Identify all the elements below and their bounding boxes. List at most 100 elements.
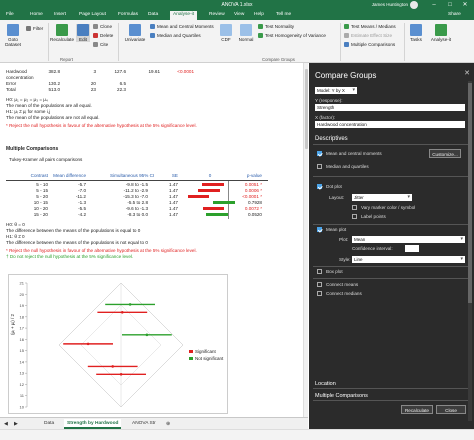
section-divider — [313, 266, 468, 267]
analyse-it-button[interactable]: Analyse-it — [428, 24, 454, 42]
multiple-comparisons-header[interactable]: Multiple Comparisons — [315, 393, 368, 399]
section-divider — [313, 144, 468, 145]
tab-insert[interactable]: Insert — [54, 12, 66, 17]
tab-help[interactable]: Help — [254, 12, 264, 17]
mean-mean-chart[interactable]: 21 20 19 18 17 16 15 14 13 12 11 10 (μᵢ + μⱼ) / 2 S… — [8, 274, 228, 414]
tasks-icon — [410, 24, 422, 36]
connect-medians-checkbox[interactable] — [317, 291, 322, 296]
y-tick-label: 11 — [20, 393, 25, 398]
effect-size-button[interactable]: Estimate Effect Size — [344, 33, 392, 38]
test-normality-button[interactable]: Test Normality — [258, 24, 294, 29]
tab-nav-prev-icon[interactable]: ◀ — [4, 419, 8, 429]
label-points-checkbox[interactable] — [352, 214, 357, 219]
mc-cell-se: 1.47 — [169, 182, 178, 187]
filter-button[interactable]: Filter — [26, 26, 43, 31]
y-response-field[interactable]: Strength — [315, 104, 465, 111]
tab-share[interactable]: Share — [448, 12, 461, 17]
descriptives-header[interactable]: Descriptives — [315, 136, 348, 142]
clone-button[interactable]: Clone — [93, 24, 112, 29]
tab-file[interactable]: File — [6, 12, 14, 17]
tab-home[interactable]: Home — [30, 12, 43, 17]
tab-data[interactable]: Data — [148, 12, 158, 17]
vary-marker-checkbox[interactable] — [352, 205, 357, 210]
location-header[interactable]: Location — [315, 381, 336, 387]
cite-button[interactable]: Cite — [93, 42, 108, 47]
mc-ci-bar — [206, 213, 228, 216]
tab-nav-next-icon[interactable]: ▶ — [14, 419, 18, 429]
user-name[interactable]: James Huntington — [372, 2, 408, 7]
mean-plot-checkbox[interactable] — [317, 227, 322, 232]
close-icon[interactable]: ✕ — [459, 1, 471, 9]
mc-cell-p: 0.0006 * — [244, 188, 262, 193]
box-plot-checkbox[interactable] — [317, 269, 322, 274]
goto-dataset-button[interactable]: Goto Dataset — [2, 24, 24, 47]
sheet-tab-strength-by-hardwood[interactable]: Strength by Hardwood — [64, 419, 122, 429]
test-means-button[interactable]: Test Means / Medians — [344, 24, 396, 29]
pane-scrollbar-thumb[interactable] — [468, 83, 472, 303]
x-factor-field[interactable]: Hardwood concentration — [315, 121, 465, 128]
mc-cell-ci: -8.3 to 0.0 — [127, 212, 148, 217]
test-means-icon — [344, 24, 349, 29]
mc-ci-bar — [202, 183, 224, 186]
test-homogeneity-button[interactable]: Test Homogeneity of Variance — [258, 33, 326, 38]
tasks-button[interactable]: Tasks — [408, 24, 424, 42]
y-tick-label: 19 — [20, 303, 25, 308]
sheet-tab-anova[interactable]: ANOVA Str — [132, 419, 156, 429]
filter-icon — [26, 26, 31, 31]
anova-cell-ss: 382.8 — [48, 69, 61, 74]
mean-central-button[interactable]: Mean and Central Moments — [150, 24, 214, 29]
multiple-comparisons-icon — [344, 42, 349, 47]
pane-close-button[interactable]: Close — [436, 405, 466, 414]
univariate-button[interactable]: Univariate — [122, 24, 148, 42]
sheet-vertical-scrollbar[interactable] — [303, 63, 308, 417]
anova-cell-ms: 127.6 — [114, 69, 127, 74]
tab-formulas[interactable]: Formulas — [118, 12, 138, 17]
anova-cell-ss: 513.0 — [48, 87, 61, 92]
edit-button[interactable]: Edit — [76, 24, 90, 42]
scrollbar-thumb[interactable] — [305, 69, 308, 149]
tab-review[interactable]: Review — [209, 12, 225, 17]
mc-cell-se: 1.47 — [169, 200, 178, 205]
maximize-icon[interactable]: □ — [444, 1, 456, 9]
cdf-button[interactable]: CDF — [218, 24, 234, 42]
customize-button[interactable]: Customize... — [429, 149, 461, 158]
dot-plot-checkbox[interactable] — [317, 184, 322, 189]
minimize-icon[interactable]: – — [428, 1, 440, 9]
pane-close-icon[interactable]: ✕ — [464, 69, 470, 77]
mc-header: Simultaneous 95% CI — [110, 173, 155, 178]
delete-button[interactable]: Delete — [93, 33, 113, 38]
multiple-comparisons-button[interactable]: Multiple Comparisons — [344, 42, 395, 47]
layout-label: Layout: — [329, 195, 345, 200]
compare-groups-pane: Compare Groups ✕ Model: Y by X Y (respon… — [309, 63, 474, 429]
anova-cell-f: 19.61 — [148, 69, 161, 74]
sheet-tab-data[interactable]: Data — [44, 419, 54, 429]
plot-dropdown[interactable]: Mean — [352, 236, 465, 243]
mc-cell-se: 1.47 — [169, 188, 178, 193]
tab-analyse-it[interactable]: Analyse-it — [170, 11, 198, 20]
pane-recalculate-button[interactable]: Recalculate — [401, 405, 433, 414]
tab-tell-me[interactable]: Tell me — [276, 12, 291, 17]
hypothesis-h1-text: The mean of the populations are not all … — [6, 115, 100, 120]
add-sheet-icon[interactable]: ⊕ — [166, 419, 170, 429]
recalculate-button[interactable]: Recalculate — [50, 24, 74, 42]
connect-means-checkbox[interactable] — [317, 282, 322, 287]
legend-significant: Significant — [189, 349, 216, 354]
normal-button[interactable]: Normal — [236, 24, 256, 42]
style-dropdown[interactable]: Line — [352, 256, 465, 263]
layout-dropdown[interactable]: Jitter — [352, 194, 412, 201]
median-quartiles-button[interactable]: Median and Quartiles — [150, 33, 201, 38]
mean-central-checkbox[interactable] — [317, 151, 322, 156]
ribbon-separator — [118, 23, 119, 61]
pane-scrollbar[interactable] — [468, 81, 472, 421]
tab-page-layout[interactable]: Page Layout — [79, 12, 106, 17]
hypothesis-h1b: H1: θ ≠ 0 — [6, 234, 25, 239]
ribbon: Goto Dataset Filter Recalculate Edit Clo… — [0, 20, 474, 63]
tab-view[interactable]: View — [234, 12, 244, 17]
chart-ylabel: (μᵢ + μⱼ) / 2 — [10, 313, 15, 335]
mc-cell-ci: -15.3 to -7.0 — [123, 194, 148, 199]
median-quartiles-checkbox[interactable] — [317, 164, 322, 169]
avatar[interactable] — [410, 1, 418, 9]
model-dropdown[interactable]: Model: Y by X — [315, 87, 357, 94]
confidence-field[interactable] — [405, 245, 419, 252]
mc-cell-p: 0.0072 * — [244, 206, 262, 211]
